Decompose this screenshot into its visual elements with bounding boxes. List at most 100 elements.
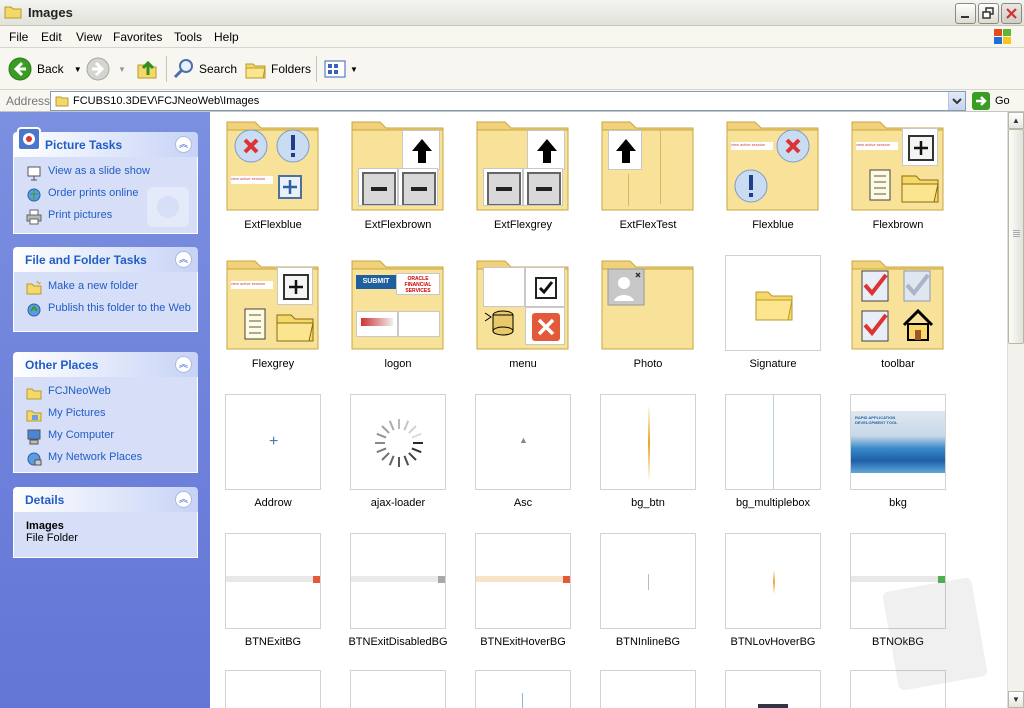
collapse-icon[interactable]: ︽ (175, 356, 192, 373)
scroll-down-button[interactable]: ▼ (1008, 691, 1024, 708)
address-label: Address (6, 94, 51, 108)
thumbnail[interactable]: ▲ (475, 394, 571, 490)
task-new-folder-label: Make a new folder (48, 280, 138, 292)
search-button[interactable]: Search (172, 57, 237, 81)
task-order-prints-label: Order prints online (48, 187, 139, 199)
vertical-scrollbar[interactable]: ▲ ▼ (1007, 112, 1024, 708)
thumbnail[interactable] (600, 394, 696, 490)
minimize-button[interactable] (955, 3, 976, 24)
views-button[interactable]: ▼ (323, 57, 358, 81)
forward-button[interactable]: ▼ (86, 57, 126, 81)
menu-help[interactable]: Help (214, 30, 239, 44)
item-label: ExtFlexbrown (364, 219, 432, 231)
other-places-panel: Other Places ︽ FCJNeoWeb My Pictures My … (13, 352, 198, 473)
thumbnail[interactable]: SUBMIT ORACLE FINANCIAL SERVICES (350, 255, 446, 351)
task-slide-show[interactable]: View as a slide show (26, 165, 197, 181)
thumbnail-partial[interactable] (350, 670, 446, 708)
thumbnail[interactable] (725, 533, 821, 629)
back-button[interactable]: Back ▼ (8, 57, 82, 81)
restore-icon (982, 7, 994, 19)
views-icon (324, 60, 346, 78)
forward-dropdown-icon[interactable]: ▼ (118, 65, 126, 74)
details-header[interactable]: Details ︽ (13, 487, 198, 512)
close-button[interactable] (1001, 3, 1022, 24)
place-my-computer-label: My Computer (48, 429, 115, 441)
task-new-folder[interactable]: Make a new folder (26, 280, 197, 296)
views-dropdown-icon: ▼ (350, 64, 358, 74)
task-pane: Picture Tasks ︽ View as a slide show Ord… (0, 112, 210, 708)
thumbnail[interactable] (350, 116, 446, 212)
search-icon (173, 59, 193, 79)
go-arrow-icon[interactable] (972, 92, 990, 110)
task-publish-web[interactable]: Publish this folder to the Web (26, 302, 197, 318)
thumbnail[interactable] (225, 533, 321, 629)
address-path: FCUBS10.3DEV\FCJNeoWeb\Images (73, 95, 260, 107)
thumbnail[interactable]: + (225, 394, 321, 490)
thumbnail[interactable] (850, 255, 946, 351)
thumbnail[interactable]: view active session (225, 116, 321, 212)
menu-edit[interactable]: Edit (41, 30, 62, 44)
thumbnail[interactable] (725, 255, 821, 351)
scroll-thumb[interactable] (1008, 129, 1024, 344)
thumbnail[interactable] (475, 116, 571, 212)
camera-watermark-icon (147, 187, 189, 227)
item-label: ajax-loader (370, 497, 426, 509)
file-view[interactable]: view active session ExtFlexblue ExtFlexbro… (210, 112, 1007, 708)
restore-button[interactable] (978, 3, 999, 24)
other-places-header[interactable]: Other Places ︽ (13, 352, 198, 377)
toolbar: Back ▼ ▼ Search Folders ▼ (0, 48, 1024, 90)
folders-button[interactable]: Folders (244, 57, 311, 81)
place-my-pictures[interactable]: My Pictures (26, 407, 197, 423)
address-input[interactable]: FCUBS10.3DEV\FCJNeoWeb\Images (50, 91, 966, 111)
picture-tasks-header[interactable]: Picture Tasks ︽ (13, 127, 198, 157)
thumbnail-partial[interactable] (475, 670, 571, 708)
thumbnail[interactable] (350, 533, 446, 629)
menu-favorites[interactable]: Favorites (113, 30, 162, 44)
computer-icon (27, 429, 41, 445)
up-folder-button[interactable] (135, 57, 159, 81)
windows-logo-icon (994, 29, 1011, 44)
thumbnail-partial[interactable] (600, 670, 696, 708)
menu-tools[interactable]: Tools (174, 30, 202, 44)
menu-view[interactable]: View (76, 30, 102, 44)
collapse-icon[interactable]: ︽ (175, 491, 192, 508)
item-label: menu (509, 358, 537, 370)
item-label: Addrow (254, 497, 292, 509)
thumbnail[interactable] (600, 255, 696, 351)
address-bar: Address FCUBS10.3DEV\FCJNeoWeb\Images Go (0, 90, 1024, 112)
place-my-pictures-label: My Pictures (48, 407, 106, 419)
address-dropdown-button[interactable] (948, 92, 965, 110)
title-bar[interactable]: Images (0, 0, 1024, 26)
thumbnail[interactable]: RAPID APPLICATION DEVELOPMENT TOOL (850, 394, 946, 490)
thumbnail[interactable] (475, 533, 571, 629)
collapse-icon[interactable]: ︽ (175, 251, 192, 268)
thumbnail[interactable]: view active session (725, 116, 821, 212)
back-dropdown-icon[interactable]: ▼ (74, 65, 82, 74)
thumbnail[interactable]: view active session (850, 116, 946, 212)
item-label: BTNExitHoverBG (480, 636, 566, 648)
scroll-up-button[interactable]: ▲ (1008, 112, 1024, 129)
go-button[interactable]: Go (995, 95, 1010, 107)
thumbnail[interactable] (475, 255, 571, 351)
picture-tasks-icon (17, 127, 41, 151)
picture-watermark-icon (882, 577, 988, 691)
thumbnail[interactable]: view active session (225, 255, 321, 351)
picture-tasks-title: Picture Tasks (45, 138, 123, 152)
globe-icon (27, 188, 41, 202)
back-arrow-icon (8, 57, 32, 81)
thumbnail[interactable] (725, 394, 821, 490)
thumbnail-partial[interactable] (225, 670, 321, 708)
close-icon (1006, 8, 1017, 19)
collapse-icon[interactable]: ︽ (175, 136, 192, 153)
menu-file[interactable]: File (9, 30, 28, 44)
forward-arrow-icon (86, 57, 110, 81)
place-fcjneoweb[interactable]: FCJNeoWeb (26, 385, 197, 401)
window-title: Images (28, 5, 73, 20)
place-my-computer[interactable]: My Computer (26, 429, 197, 445)
thumbnail-partial[interactable] (725, 670, 821, 708)
thumbnail[interactable] (600, 533, 696, 629)
file-folder-tasks-header[interactable]: File and Folder Tasks ︽ (13, 247, 198, 272)
thumbnail[interactable] (350, 394, 446, 490)
thumbnail[interactable] (600, 116, 696, 212)
place-my-network[interactable]: My Network Places (26, 451, 197, 467)
